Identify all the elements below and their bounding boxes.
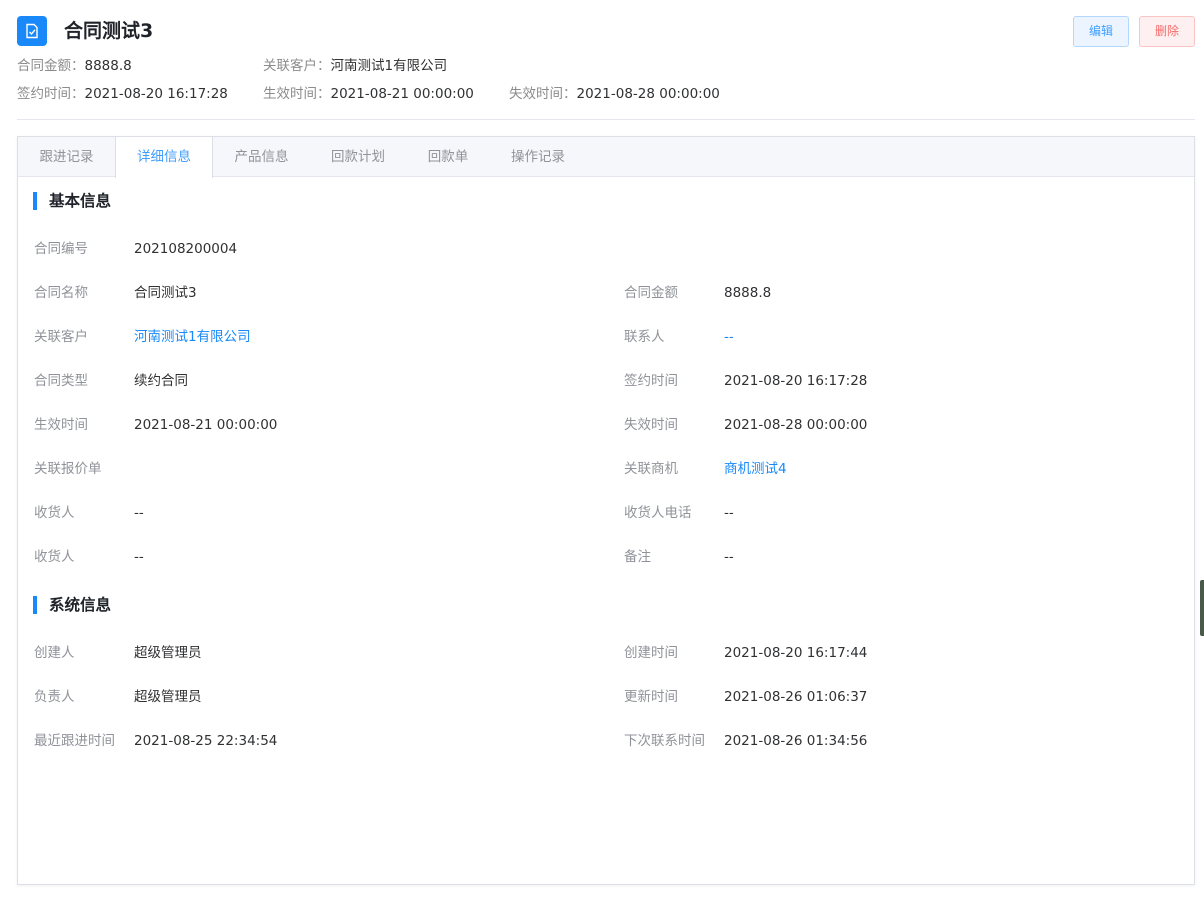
header-divider [17,119,1195,120]
field-value: 2021-08-20 16:17:28 [724,373,868,389]
field-value: 超级管理员 [134,689,202,705]
tab-payment-receipts[interactable]: 回款单 [406,137,490,177]
field-label: 创建时间 [624,645,678,661]
contract-doc-icon [17,16,47,46]
meta-sign-value: 2021-08-20 16:17:28 [84,86,228,102]
contact-link[interactable]: -- [724,327,734,347]
tab-payment-plan[interactable]: 回款计划 [310,137,406,177]
field-label: 创建人 [34,645,75,661]
field-value: -- [724,549,734,565]
meta-customer-value: 河南测试1有限公司 [330,58,448,74]
meta-effective-time: 生效时间：2021-08-21 00:00:00 [263,85,474,103]
section-accent-bar [33,192,37,210]
field-label: 更新时间 [624,689,678,705]
tab-products[interactable]: 产品信息 [213,137,310,177]
tab-bar: 跟进记录 详细信息 产品信息 回款计划 回款单 操作记录 [18,137,1194,178]
field-value: 2021-08-21 00:00:00 [134,417,278,433]
field-value: -- [134,505,144,521]
field-value: -- [134,549,144,565]
meta-sign-label: 签约时间： [17,86,85,102]
field-value: 2021-08-28 00:00:00 [724,417,868,433]
detail-card: 跟进记录 详细信息 产品信息 回款计划 回款单 操作记录 基本信息 合同编号 2… [17,136,1195,885]
meta-customer-label: 关联客户： [263,58,331,74]
meta-expire-label: 失效时间： [509,86,577,102]
field-label: 关联报价单 [34,461,102,477]
field-label: 合同编号 [34,241,88,257]
field-label: 负责人 [34,689,75,705]
meta-effective-value: 2021-08-21 00:00:00 [330,86,474,102]
field-value: 2021-08-26 01:06:37 [724,689,868,705]
meta-expire-value: 2021-08-28 00:00:00 [576,86,720,102]
meta-effective-label: 生效时间： [263,86,331,102]
section-basic-title: 基本信息 [49,192,112,210]
contract-detail-page: 合同测试3 编辑 删除 合同金额：8888.8 关联客户：河南测试1有限公司 签… [0,0,1204,900]
delete-button[interactable]: 删除 [1139,16,1195,47]
field-value: 2021-08-25 22:34:54 [134,733,278,749]
field-label: 最近跟进时间 [34,733,115,749]
field-value: 8888.8 [724,285,772,301]
field-label: 联系人 [624,329,665,345]
field-label: 收货人电话 [624,505,692,521]
field-label: 关联客户 [34,329,88,345]
field-label: 签约时间 [624,373,678,389]
meta-customer: 关联客户：河南测试1有限公司 [263,57,447,75]
field-label: 关联商机 [624,461,678,477]
field-label: 合同名称 [34,285,88,301]
tab-operation-log[interactable]: 操作记录 [490,137,586,177]
meta-amount-label: 合同金额： [17,58,85,74]
field-label: 合同金额 [624,285,678,301]
customer-link[interactable]: 河南测试1有限公司 [134,327,251,347]
section-system-title: 系统信息 [49,596,112,614]
field-label: 下次联系时间 [624,733,705,749]
field-label: 收货人 [34,549,75,565]
field-label: 合同类型 [34,373,88,389]
opportunity-link[interactable]: 商机测试4 [724,459,787,479]
meta-amount-value: 8888.8 [84,58,132,74]
field-value: 合同测试3 [134,285,197,301]
field-value: -- [724,505,734,521]
field-value: 2021-08-26 01:34:56 [724,733,868,749]
field-value: 202108200004 [134,241,238,257]
section-accent-bar [33,596,37,614]
field-label: 收货人 [34,505,75,521]
tab-follow-records[interactable]: 跟进记录 [18,137,115,177]
field-value: 超级管理员 [134,645,202,661]
side-drawer-handle[interactable] [1200,580,1204,636]
field-label: 备注 [624,549,651,565]
detail-header: 合同测试3 编辑 删除 [17,16,1195,48]
field-value: 续约合同 [134,373,188,389]
field-value: 2021-08-20 16:17:44 [724,645,868,661]
field-label: 失效时间 [624,417,678,433]
meta-expire-time: 失效时间：2021-08-28 00:00:00 [509,85,720,103]
page-title: 合同测试3 [64,20,154,42]
field-label: 生效时间 [34,417,88,433]
edit-button[interactable]: 编辑 [1073,16,1129,47]
meta-amount: 合同金额：8888.8 [17,57,132,75]
meta-sign-time: 签约时间：2021-08-20 16:17:28 [17,85,228,103]
tab-details[interactable]: 详细信息 [115,137,213,178]
